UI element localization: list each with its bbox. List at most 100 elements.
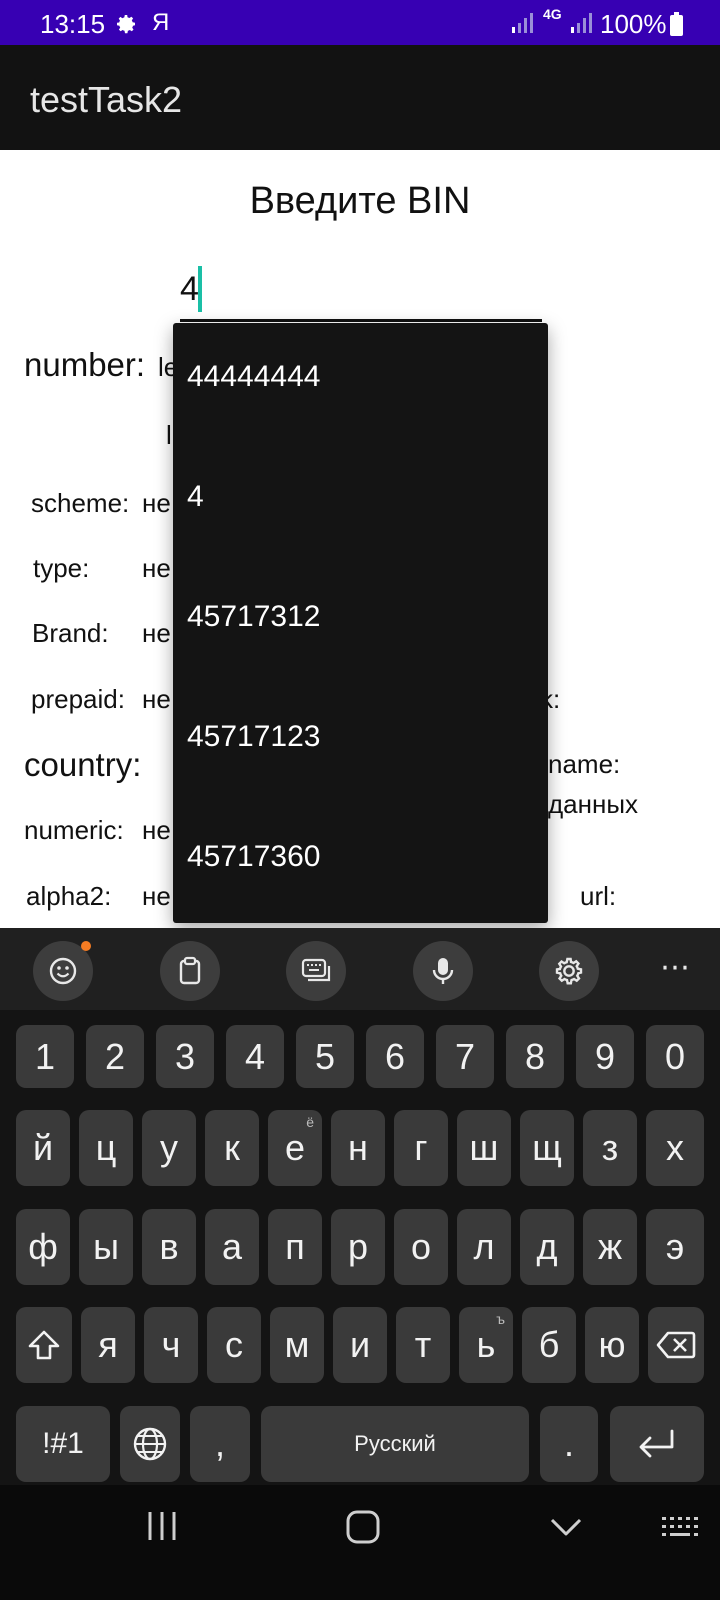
battery-percent: 100%	[600, 9, 667, 39]
key-8[interactable]: 8	[506, 1025, 564, 1088]
letter-key[interactable]: б	[522, 1307, 576, 1383]
bin-heading: Введите BIN	[249, 180, 471, 222]
number-value-partial-2: l	[166, 420, 172, 450]
bin-input[interactable]: 4	[180, 262, 542, 322]
letter-key[interactable]: к	[205, 1110, 259, 1186]
clipboard-icon	[179, 956, 201, 985]
suggestion-item[interactable]: 4	[187, 480, 204, 514]
letter-key[interactable]: й	[16, 1110, 70, 1186]
keyboard-mode-button[interactable]	[286, 941, 346, 1001]
letter-key[interactable]: в	[142, 1209, 196, 1285]
letter-key[interactable]: п	[268, 1209, 322, 1285]
name-label-partial: name:	[548, 749, 621, 779]
letter-key[interactable]: ч	[144, 1307, 198, 1383]
notification-dot	[81, 941, 91, 951]
letter-key[interactable]: ю	[585, 1307, 639, 1383]
keyboard-icon[interactable]	[660, 1513, 700, 1541]
letter-key[interactable]: р	[331, 1209, 385, 1285]
more-options-icon[interactable]: ⋯	[660, 953, 690, 983]
letter-key[interactable]: д	[520, 1209, 574, 1285]
key-9[interactable]: 9	[576, 1025, 634, 1088]
key-5[interactable]: 5	[296, 1025, 354, 1088]
letter-key[interactable]: и	[333, 1307, 387, 1383]
key-4[interactable]: 4	[226, 1025, 284, 1088]
language-key[interactable]	[120, 1406, 180, 1482]
key-1[interactable]: 1	[16, 1025, 74, 1088]
signal-icon	[512, 13, 533, 33]
enter-icon	[639, 1429, 674, 1458]
app-title: testTask2	[30, 79, 183, 120]
status-bar: 13:15 Я 4G 100%	[0, 0, 720, 45]
letter-key[interactable]: я	[81, 1307, 135, 1383]
network-type: 4G	[543, 6, 562, 22]
suggestion-item[interactable]: 45717312	[187, 600, 320, 634]
shift-key[interactable]	[16, 1307, 72, 1383]
status-time: 13:15	[40, 9, 106, 39]
clipboard-button[interactable]	[160, 941, 220, 1001]
scheme-value: не	[142, 488, 171, 518]
app-bar: testTask2	[0, 45, 720, 150]
suggestion-item[interactable]: 44444444	[187, 360, 320, 394]
text-cursor	[198, 266, 202, 312]
voice-input-button[interactable]	[413, 941, 473, 1001]
microphone-icon	[432, 958, 454, 984]
letter-key[interactable]: ьъ	[459, 1307, 513, 1383]
letter-key[interactable]: л	[457, 1209, 511, 1285]
alpha2-value: не	[142, 881, 171, 911]
numeric-label: numeric:	[24, 815, 124, 845]
enter-key[interactable]	[610, 1406, 704, 1482]
letter-key[interactable]: т	[396, 1307, 450, 1383]
letter-key[interactable]: ы	[79, 1209, 133, 1285]
letter-key[interactable]: щ	[520, 1110, 574, 1186]
suggestion-item[interactable]: 45717360	[187, 840, 320, 874]
space-key[interactable]: Русский	[261, 1406, 529, 1482]
backspace-icon	[656, 1331, 696, 1359]
type-label: type:	[33, 553, 90, 583]
key-6[interactable]: 6	[366, 1025, 424, 1088]
scheme-label: scheme:	[31, 488, 130, 518]
shift-icon	[28, 1330, 60, 1360]
suggestion-item[interactable]: 45717123	[187, 720, 320, 754]
letter-key[interactable]: а	[205, 1209, 259, 1285]
letter-key[interactable]: м	[270, 1307, 324, 1383]
letter-key[interactable]: ф	[16, 1209, 70, 1285]
status-extra: Я	[152, 9, 170, 36]
settings-icon	[555, 957, 583, 985]
letter-key[interactable]: о	[394, 1209, 448, 1285]
letter-key[interactable]: х	[646, 1110, 704, 1186]
key-3[interactable]: 3	[156, 1025, 214, 1088]
name-value-partial: данных	[548, 789, 639, 819]
key-7[interactable]: 7	[436, 1025, 494, 1088]
letter-key[interactable]: ж	[583, 1209, 637, 1285]
backspace-key[interactable]	[648, 1307, 704, 1383]
hide-keyboard-icon[interactable]	[549, 1515, 583, 1539]
recent-apps-icon[interactable]	[146, 1510, 178, 1542]
brand-value: не	[142, 618, 171, 648]
comma-key[interactable]: ,	[190, 1406, 250, 1482]
letter-key-label: ь	[476, 1324, 496, 1365]
number-label: number:	[24, 346, 146, 383]
letter-key[interactable]: н	[331, 1110, 385, 1186]
keyboard-mode-icon	[301, 958, 331, 982]
letter-key[interactable]: э	[646, 1209, 704, 1285]
letter-key[interactable]: з	[583, 1110, 637, 1186]
prepaid-label: prepaid:	[31, 684, 125, 714]
globe-icon	[133, 1427, 167, 1461]
symbols-key[interactable]: !#1	[16, 1406, 110, 1482]
letter-key[interactable]: ц	[79, 1110, 133, 1186]
key-2[interactable]: 2	[86, 1025, 144, 1088]
period-key[interactable]: .	[540, 1406, 598, 1482]
gear-icon	[117, 15, 135, 34]
home-icon[interactable]	[346, 1510, 380, 1544]
key-0[interactable]: 0	[646, 1025, 704, 1088]
keyboard-settings-button[interactable]	[539, 941, 599, 1001]
letter-key[interactable]: ш	[457, 1110, 511, 1186]
type-value: не	[142, 553, 171, 583]
letter-key[interactable]: г	[394, 1110, 448, 1186]
letter-key[interactable]: её	[268, 1110, 322, 1186]
country-label: country:	[24, 746, 142, 783]
signal-icon	[571, 13, 592, 33]
autocomplete-dropdown: 44444444 4 45717312 45717123 45717360	[173, 323, 548, 923]
letter-key[interactable]: у	[142, 1110, 196, 1186]
letter-key[interactable]: с	[207, 1307, 261, 1383]
